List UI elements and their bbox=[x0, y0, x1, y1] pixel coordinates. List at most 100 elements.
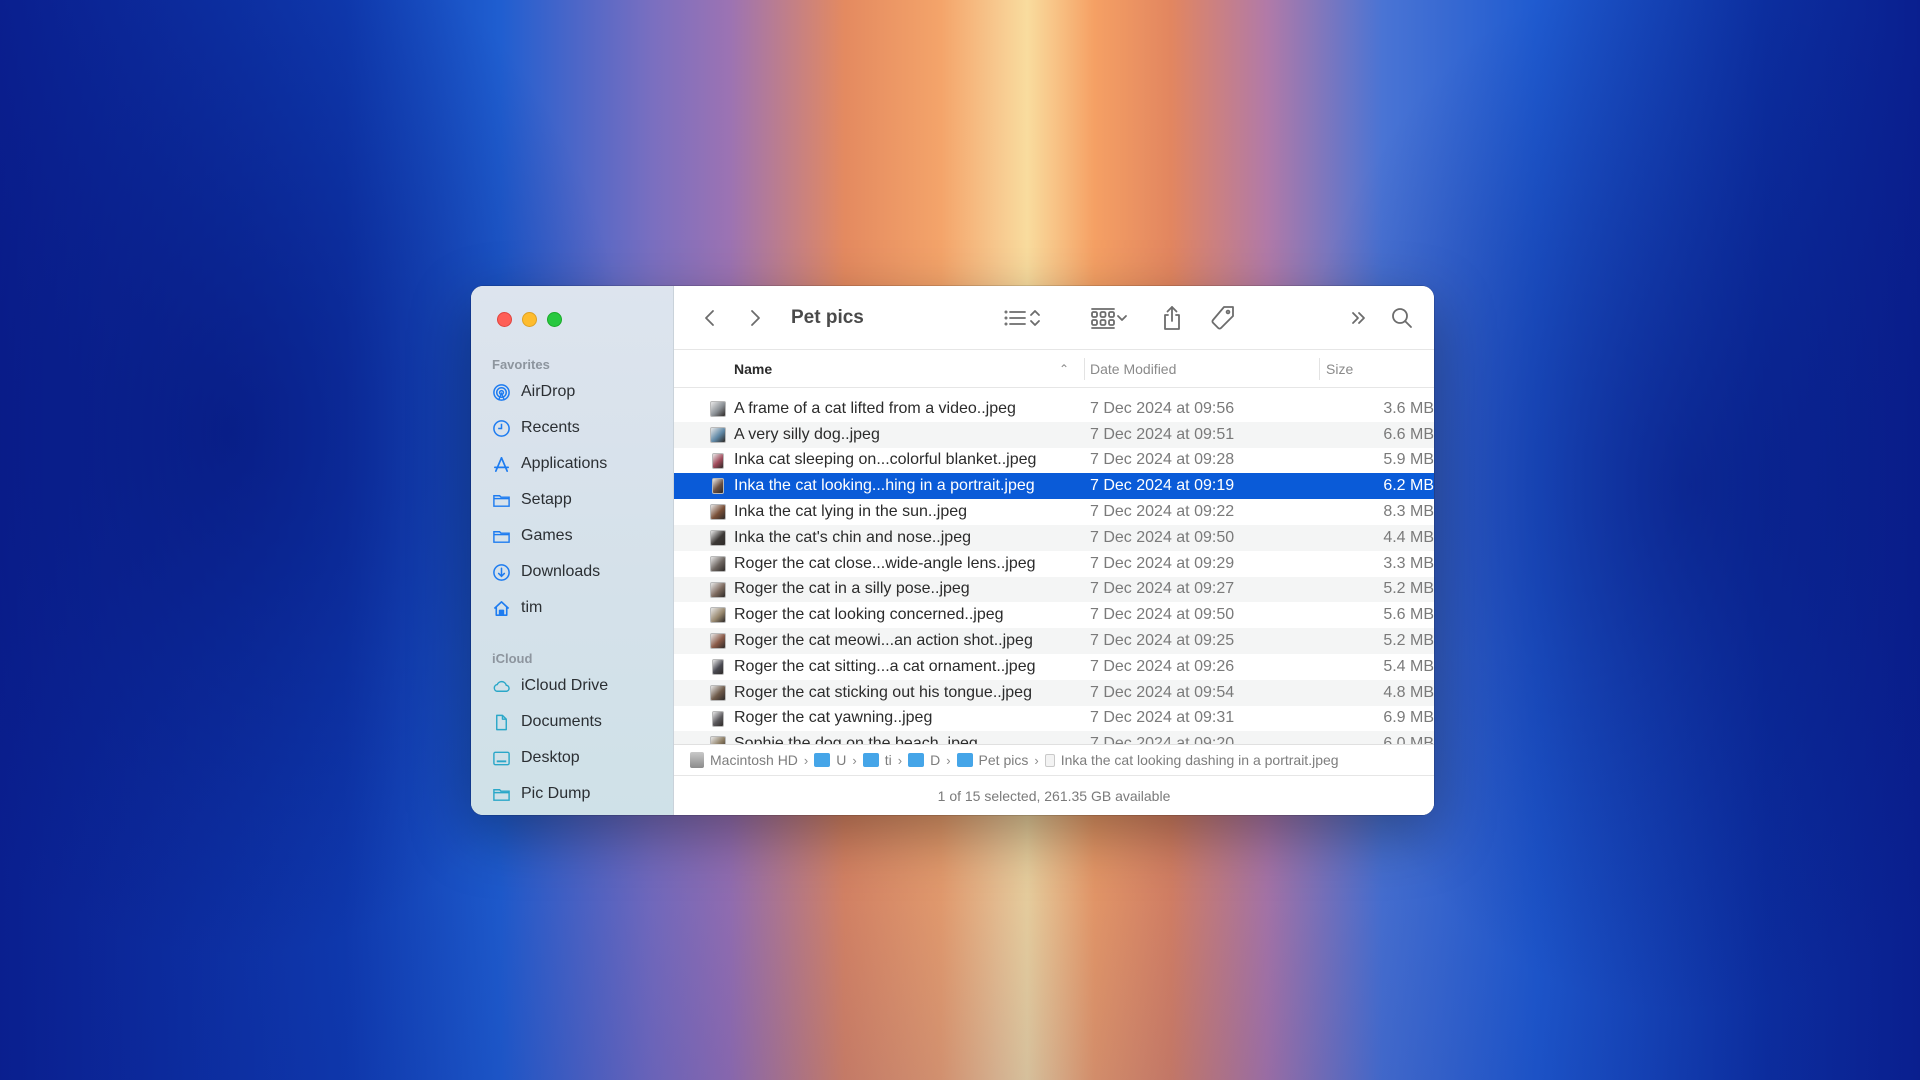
folder-icon bbox=[814, 753, 831, 767]
path-segment-label: Macintosh HD bbox=[710, 752, 798, 768]
sidebar-item-label: Applications bbox=[521, 455, 608, 472]
file-date: 7 Dec 2024 at 09:20 bbox=[1090, 735, 1235, 744]
zoom-button[interactable] bbox=[547, 312, 562, 327]
forward-button[interactable] bbox=[741, 286, 769, 350]
view-mode-button[interactable] bbox=[996, 286, 1048, 350]
file-row[interactable]: A frame of a cat lifted from a video..jp… bbox=[674, 396, 1434, 422]
sidebar-item-label: Downloads bbox=[521, 563, 601, 580]
file-row[interactable]: Inka the cat's chin and nose..jpeg 7 Dec … bbox=[674, 524, 1434, 551]
file-row[interactable]: Roger the cat close...wide-angle lens..j… bbox=[674, 551, 1434, 577]
file-name: A frame of a cat lifted from a video..jp… bbox=[734, 399, 1016, 417]
cloud-icon bbox=[491, 676, 511, 696]
sidebar-item-label: Desktop bbox=[521, 749, 580, 766]
sidebar-item-setapp[interactable]: Setapp bbox=[471, 482, 673, 518]
sidebar-item-recents[interactable]: Recents bbox=[471, 410, 673, 446]
column-size[interactable]: Size bbox=[1326, 350, 1353, 388]
column-divider[interactable] bbox=[1084, 358, 1085, 380]
file-size: 5.6 MB bbox=[1383, 606, 1434, 624]
minimize-button[interactable] bbox=[522, 312, 537, 327]
sidebar: Favorites AirDrop Recents Applications S… bbox=[471, 286, 674, 815]
file-list: A frame of a cat lifted from a video..jp… bbox=[674, 396, 1434, 744]
sidebar-item-label: AirDrop bbox=[521, 383, 576, 400]
path-segment[interactable]: U bbox=[814, 752, 846, 768]
file-row[interactable]: Roger the cat yawning..jpeg 7 Dec 2024 at… bbox=[674, 706, 1434, 732]
sidebar-item-applications[interactable]: Applications bbox=[471, 446, 673, 482]
sidebar-item-documents[interactable]: Documents bbox=[471, 704, 673, 740]
file-row[interactable]: Inka the cat looking...hing in a portrai… bbox=[674, 473, 1434, 500]
file-row[interactable]: Roger the cat sitting...a cat ornament..… bbox=[674, 654, 1434, 680]
file-date: 7 Dec 2024 at 09:51 bbox=[1090, 425, 1235, 443]
path-segment[interactable]: D bbox=[908, 752, 940, 768]
group-button[interactable] bbox=[1086, 286, 1132, 350]
file-size: 5.2 MB bbox=[1383, 632, 1434, 650]
file-row[interactable]: Roger the cat looking concerned..jpeg 7 D… bbox=[674, 602, 1434, 628]
column-header: Name ⌃ Date Modified Size bbox=[674, 350, 1434, 388]
column-name[interactable]: Name bbox=[734, 350, 772, 388]
file-row[interactable]: Roger the cat sticking out his tongue..j… bbox=[674, 679, 1434, 706]
image-thumbnail-icon bbox=[710, 529, 726, 546]
file-size: 6.2 MB bbox=[1383, 477, 1434, 495]
sort-ascending-icon[interactable]: ⌃ bbox=[1059, 350, 1069, 388]
path-separator-icon: › bbox=[852, 752, 857, 768]
sidebar-item-airdrop[interactable]: AirDrop bbox=[471, 374, 673, 410]
file-date: 7 Dec 2024 at 09:29 bbox=[1090, 554, 1235, 572]
column-divider[interactable] bbox=[1319, 358, 1320, 380]
file-date: 7 Dec 2024 at 09:50 bbox=[1090, 606, 1235, 624]
path-segment-label: ti bbox=[884, 752, 892, 768]
sidebar-item-downloads[interactable]: Downloads bbox=[471, 554, 673, 590]
chevron-down-icon bbox=[1117, 315, 1127, 321]
path-segment[interactable]: Pet pics bbox=[956, 752, 1028, 768]
path-segment[interactable]: Inka the cat looking dashing in a portra… bbox=[1044, 752, 1339, 768]
file-date: 7 Dec 2024 at 09:31 bbox=[1090, 709, 1235, 727]
sidebar-heading: iCloud bbox=[492, 651, 533, 666]
back-button[interactable] bbox=[696, 286, 724, 350]
sidebar-section-icloud: iCloud iCloud Drive Documents Desktop Pi… bbox=[471, 650, 673, 812]
file-row[interactable]: Inka the cat lying in the sun..jpeg 7 Dec… bbox=[674, 499, 1434, 525]
sidebar-item-pic-dump[interactable]: Pic Dump bbox=[471, 776, 673, 812]
path-segment[interactable]: ti bbox=[862, 752, 892, 768]
file-row[interactable]: Sophie the dog on the beach..jpeg 7 Dec 2… bbox=[674, 731, 1434, 744]
sidebar-item-desktop[interactable]: Desktop bbox=[471, 740, 673, 776]
toolbar: Pet pics bbox=[674, 286, 1434, 350]
path-segment[interactable]: Macintosh HD bbox=[690, 752, 798, 768]
tag-button[interactable] bbox=[1205, 286, 1241, 350]
file-size: 3.3 MB bbox=[1383, 554, 1434, 572]
status-bar: 1 of 15 selected, 261.35 GB available bbox=[674, 776, 1434, 815]
share-button[interactable] bbox=[1154, 286, 1190, 350]
file-row[interactable]: Roger the cat in a silly pose..jpeg 7 Dec… bbox=[674, 576, 1434, 603]
sidebar-item-games[interactable]: Games bbox=[471, 518, 673, 554]
folder-icon bbox=[908, 753, 925, 767]
sidebar-item-tim[interactable]: tim bbox=[471, 590, 673, 626]
image-thumbnail-icon bbox=[712, 710, 724, 727]
file-size: 4.8 MB bbox=[1383, 683, 1434, 701]
more-toolbar-button[interactable] bbox=[1344, 286, 1374, 350]
file-size: 6.6 MB bbox=[1383, 425, 1434, 443]
back-icon bbox=[705, 310, 714, 326]
path-separator-icon: › bbox=[803, 752, 809, 768]
file-row[interactable]: Roger the cat meowi...an action shot..jp… bbox=[674, 628, 1434, 654]
path-segment-label: Inka the cat looking dashing in a portra… bbox=[1060, 752, 1339, 768]
file-size: 8.3 MB bbox=[1383, 503, 1434, 521]
path-separator-icon: › bbox=[897, 752, 903, 768]
file-size: 4.4 MB bbox=[1383, 528, 1434, 546]
column-date-modified[interactable]: Date Modified bbox=[1090, 350, 1176, 388]
path-bar: Macintosh HD › U › ti › D › Pet pics › Inka the ca… bbox=[674, 744, 1434, 776]
image-thumbnail-icon bbox=[710, 607, 726, 624]
file-date: 7 Dec 2024 at 09:26 bbox=[1090, 657, 1235, 675]
image-thumbnail-icon bbox=[710, 504, 726, 521]
file-name: A very silly dog..jpeg bbox=[734, 425, 880, 443]
image-thumbnail-icon bbox=[710, 401, 726, 417]
sidebar-item-icloud-drive[interactable]: iCloud Drive bbox=[471, 668, 673, 704]
folder-icon bbox=[956, 753, 973, 767]
image-thumbnail-icon bbox=[710, 426, 726, 443]
image-thumbnail-icon bbox=[710, 555, 726, 572]
image-thumbnail-icon bbox=[710, 736, 726, 744]
sidebar-item-label: tim bbox=[521, 599, 543, 616]
sidebar-item-label: Recents bbox=[521, 419, 580, 436]
file-row[interactable]: A very silly dog..jpeg 7 Dec 2024 at 09:5… bbox=[674, 421, 1434, 448]
close-button[interactable] bbox=[497, 312, 512, 327]
file-row[interactable]: Inka cat sleeping on...colorful blanket.… bbox=[674, 448, 1434, 474]
list-view-icon bbox=[1004, 310, 1026, 326]
search-button[interactable] bbox=[1384, 286, 1420, 350]
file-date: 7 Dec 2024 at 09:19 bbox=[1090, 477, 1235, 495]
